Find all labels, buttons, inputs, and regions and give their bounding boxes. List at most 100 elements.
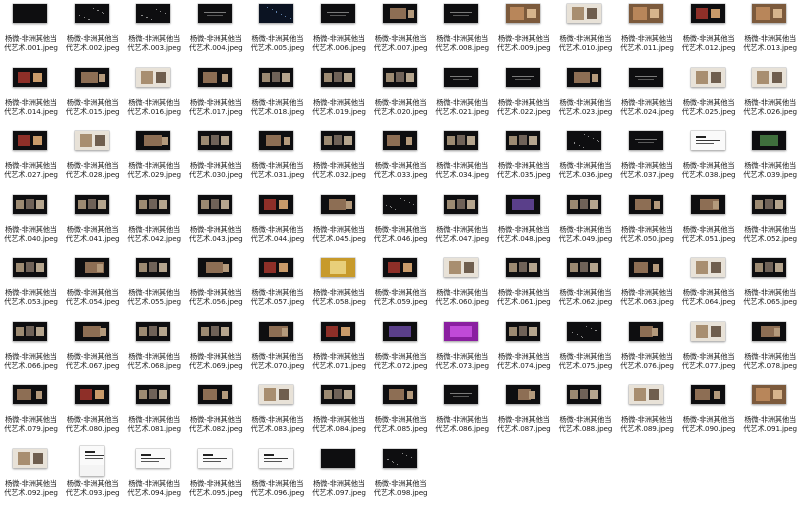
file-thumbnail[interactable] (752, 385, 787, 404)
file-thumbnail[interactable] (690, 194, 725, 214)
file-item[interactable]: 杨微-非洲其他当 代艺术.014.jpeg (0, 65, 62, 127)
file-item[interactable]: 杨微-非洲其他当 代艺术.072.jpeg (370, 319, 432, 381)
file-thumbnail[interactable] (444, 194, 479, 214)
file-item[interactable]: 杨微-非洲其他当 代艺术.023.jpeg (554, 65, 616, 127)
file-item[interactable]: 杨微-非洲其他当 代艺术.068.jpeg (123, 319, 185, 381)
file-thumbnail[interactable] (382, 321, 417, 341)
file-item[interactable]: 杨微-非洲其他当 代艺术.060.jpeg (431, 255, 493, 317)
file-thumbnail[interactable] (259, 321, 294, 341)
file-thumbnail[interactable] (13, 385, 47, 404)
file-thumbnail[interactable] (567, 67, 602, 87)
file-thumbnail[interactable] (382, 131, 417, 150)
file-item[interactable]: 杨微-非洲其他当 代艺术.044.jpeg (246, 192, 308, 254)
file-thumbnail[interactable] (197, 194, 232, 214)
file-thumbnail[interactable] (444, 67, 479, 87)
file-thumbnail[interactable] (321, 258, 355, 277)
file-item[interactable]: 杨微-非洲其他当 代艺术.006.jpeg (308, 1, 370, 63)
file-thumbnail[interactable] (629, 131, 663, 150)
file-item[interactable]: 杨微-非洲其他当 代艺术.055.jpeg (123, 255, 185, 317)
file-item[interactable]: 杨微-非洲其他当 代艺术.020.jpeg (370, 65, 432, 127)
file-thumbnail[interactable] (321, 67, 355, 87)
file-item[interactable]: 杨微-非洲其他当 代艺术.052.jpeg (739, 192, 800, 254)
file-item[interactable]: 杨微-非洲其他当 代艺术.012.jpeg (678, 1, 740, 63)
file-thumbnail[interactable] (505, 258, 540, 277)
file-thumbnail[interactable] (629, 385, 663, 404)
file-thumbnail[interactable] (197, 258, 232, 277)
file-item[interactable]: 杨微-非洲其他当 代艺术.039.jpeg (739, 128, 800, 190)
file-item[interactable]: 杨微-非洲其他当 代艺术.091.jpeg (739, 382, 800, 444)
file-item[interactable]: 杨微-非洲其他当 代艺术.029.jpeg (123, 128, 185, 190)
file-item[interactable]: 杨微-非洲其他当 代艺术.067.jpeg (62, 319, 124, 381)
file-thumbnail[interactable] (567, 258, 602, 277)
file-thumbnail[interactable] (382, 67, 417, 87)
file-item[interactable]: 杨微-非洲其他当 代艺术.019.jpeg (308, 65, 370, 127)
file-item[interactable]: 杨微-非洲其他当 代艺术.042.jpeg (123, 192, 185, 254)
file-thumbnail[interactable] (505, 385, 540, 404)
file-thumbnail[interactable] (690, 131, 725, 150)
file-thumbnail[interactable] (197, 4, 232, 23)
file-thumbnail[interactable] (74, 131, 109, 150)
file-item[interactable]: 杨微-非洲其他当 代艺术.066.jpeg (0, 319, 62, 381)
file-thumbnail[interactable] (382, 385, 417, 404)
file-item[interactable]: 杨微-非洲其他当 代艺术.001.jpeg (0, 1, 62, 63)
file-item[interactable]: 杨微-非洲其他当 代艺术.024.jpeg (616, 65, 678, 127)
file-item[interactable]: 杨微-非洲其他当 代艺术.069.jpeg (185, 319, 247, 381)
file-item[interactable]: 杨微-非洲其他当 代艺术.089.jpeg (616, 382, 678, 444)
file-thumbnail[interactable] (690, 258, 725, 277)
file-item[interactable]: 杨微-非洲其他当 代艺术.095.jpeg (185, 446, 247, 508)
file-item[interactable]: 杨微-非洲其他当 代艺术.080.jpeg (62, 382, 124, 444)
file-thumbnail[interactable] (505, 131, 540, 150)
file-thumbnail[interactable] (74, 321, 109, 341)
file-thumbnail[interactable] (444, 131, 479, 150)
file-thumbnail[interactable] (259, 194, 294, 214)
file-thumbnail[interactable] (752, 258, 787, 277)
file-thumbnail[interactable] (444, 258, 479, 277)
file-item[interactable]: 杨微-非洲其他当 代艺术.035.jpeg (493, 128, 555, 190)
file-item[interactable]: 杨微-非洲其他当 代艺术.033.jpeg (370, 128, 432, 190)
file-thumbnail[interactable] (752, 131, 787, 150)
file-item[interactable]: 杨微-非洲其他当 代艺术.083.jpeg (246, 382, 308, 444)
file-item[interactable]: 杨微-非洲其他当 代艺术.079.jpeg (0, 382, 62, 444)
file-item[interactable]: 杨微-非洲其他当 代艺术.010.jpeg (554, 1, 616, 63)
file-thumbnail[interactable] (197, 131, 232, 150)
file-item[interactable]: 杨微-非洲其他当 代艺术.041.jpeg (62, 192, 124, 254)
file-thumbnail[interactable] (382, 258, 417, 277)
file-item[interactable]: 杨微-非洲其他当 代艺术.049.jpeg (554, 192, 616, 254)
file-thumbnail[interactable] (690, 321, 725, 341)
file-item[interactable]: 杨微-非洲其他当 代艺术.031.jpeg (246, 128, 308, 190)
file-thumbnail[interactable] (74, 194, 109, 214)
file-item[interactable]: 杨微-非洲其他当 代艺术.071.jpeg (308, 319, 370, 381)
file-thumbnail[interactable] (74, 258, 109, 277)
file-thumbnail[interactable] (752, 194, 787, 214)
file-thumbnail[interactable] (136, 448, 171, 468)
file-thumbnail[interactable] (197, 67, 232, 87)
file-item[interactable]: 杨微-非洲其他当 代艺术.075.jpeg (554, 319, 616, 381)
file-item[interactable]: 杨微-非洲其他当 代艺术.021.jpeg (431, 65, 493, 127)
file-thumbnail[interactable] (629, 4, 663, 23)
file-thumbnail[interactable] (74, 385, 109, 404)
file-item[interactable]: 杨微-非洲其他当 代艺术.070.jpeg (246, 319, 308, 381)
file-thumbnail[interactable] (567, 385, 602, 404)
file-item[interactable]: 杨微-非洲其他当 代艺术.040.jpeg (0, 192, 62, 254)
file-item[interactable]: 杨微-非洲其他当 代艺术.061.jpeg (493, 255, 555, 317)
file-thumbnail[interactable] (321, 194, 355, 214)
file-item[interactable]: 杨微-非洲其他当 代艺术.085.jpeg (370, 382, 432, 444)
file-item[interactable]: 杨微-非洲其他当 代艺术.098.jpeg (370, 446, 432, 508)
file-thumbnail[interactable] (382, 194, 417, 214)
file-thumbnail[interactable] (752, 4, 787, 23)
file-thumbnail[interactable] (13, 194, 47, 214)
file-thumbnail[interactable] (752, 321, 787, 341)
file-item[interactable]: 杨微-非洲其他当 代艺术.016.jpeg (123, 65, 185, 127)
file-item[interactable]: 杨微-非洲其他当 代艺术.074.jpeg (493, 319, 555, 381)
file-thumbnail[interactable] (382, 448, 417, 468)
file-thumbnail[interactable] (321, 448, 355, 468)
file-thumbnail[interactable] (690, 385, 725, 404)
file-thumbnail[interactable] (444, 385, 479, 404)
file-item[interactable]: 杨微-非洲其他当 代艺术.017.jpeg (185, 65, 247, 127)
file-thumbnail[interactable] (259, 67, 294, 87)
file-item[interactable]: 杨微-非洲其他当 代艺术.043.jpeg (185, 192, 247, 254)
file-thumbnail[interactable] (13, 258, 47, 277)
file-thumbnail[interactable] (13, 321, 47, 341)
file-item[interactable]: 杨微-非洲其他当 代艺术.092.jpeg (0, 446, 62, 508)
file-thumbnail[interactable] (752, 67, 787, 87)
